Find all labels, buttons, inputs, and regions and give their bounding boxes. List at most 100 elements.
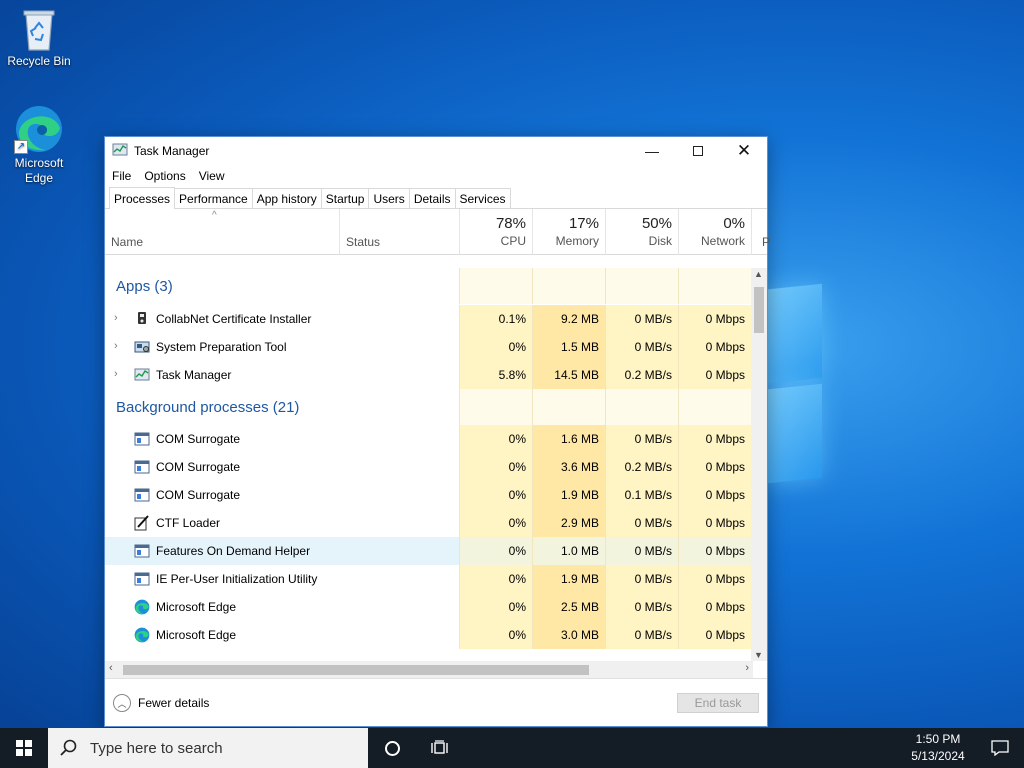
process-row[interactable]: CTF Loader 0% 2.9 MB 0 MB/s 0 Mbps <box>105 509 753 537</box>
tab-services[interactable]: Services <box>454 188 511 208</box>
minimize-button[interactable]: — <box>629 137 675 165</box>
window-icon <box>134 543 150 559</box>
end-task-button[interactable]: End task <box>677 693 759 713</box>
taskbar-search-box[interactable]: Type here to search <box>48 728 368 768</box>
menu-bar: File Options View <box>105 165 767 187</box>
tab-details[interactable]: Details <box>408 188 456 208</box>
column-header-status[interactable]: Status <box>339 209 459 255</box>
tab-startup[interactable]: Startup <box>320 188 370 208</box>
group-heading: Background processes (21) <box>116 399 300 416</box>
heat-spacer <box>605 268 678 304</box>
process-row[interactable]: Microsoft Edge 0% 2.5 MB 0 MB/s 0 Mbps <box>105 593 753 621</box>
scroll-right-arrow-icon[interactable]: › <box>745 662 749 674</box>
cortana-button[interactable] <box>374 728 410 768</box>
scroll-left-arrow-icon[interactable]: ‹ <box>109 662 113 674</box>
close-button[interactable]: ✕ <box>721 137 767 165</box>
minimize-icon: — <box>645 143 659 159</box>
column-header-name[interactable]: Name <box>105 209 339 255</box>
group-background-processes[interactable]: Background processes (21) <box>105 389 753 425</box>
start-button[interactable] <box>0 728 48 768</box>
process-row[interactable]: COM Surrogate 0% 1.9 MB 0.1 MB/s 0 Mbps <box>105 481 753 509</box>
title-bar[interactable]: Task Manager — ✕ <box>105 137 767 165</box>
column-header-network[interactable]: 0% Network <box>678 209 751 255</box>
taskmgr-icon <box>134 367 150 383</box>
tab-app-history[interactable]: App history <box>251 188 322 208</box>
expand-chevron-icon[interactable]: › <box>114 340 118 352</box>
edge-icon: ↗ <box>14 104 64 154</box>
process-name: CollabNet Certificate Installer <box>156 312 312 326</box>
task-view-button[interactable] <box>422 728 458 768</box>
system-clock[interactable]: 1:50 PM 5/13/2024 <box>896 731 980 765</box>
cell-disk: 0 MB/s <box>605 509 678 537</box>
desktop-icon-label: Microsoft <box>14 156 64 170</box>
heat-spacer <box>532 268 605 304</box>
cell-network: 0 Mbps <box>678 453 751 481</box>
window-icon <box>134 571 150 587</box>
scroll-down-arrow-icon[interactable]: ▼ <box>754 650 763 660</box>
footer-bar: ︿ Fewer details End task <box>105 678 767 726</box>
cortana-circle-icon <box>384 740 400 756</box>
cell-disk: 0.1 MB/s <box>605 481 678 509</box>
expand-chevron-icon[interactable]: › <box>114 312 118 324</box>
heat-spacer <box>678 268 751 304</box>
process-row[interactable]: Microsoft Edge 0% 3.0 MB 0 MB/s 0 Mbps <box>105 621 753 649</box>
sysprep-icon <box>134 339 150 355</box>
heat-spacer <box>532 389 605 425</box>
tab-performance[interactable]: Performance <box>174 188 253 208</box>
process-row[interactable]: › Task Manager 5.8% 14.5 MB 0.2 MB/s 0 Mbps <box>105 361 753 389</box>
process-list: Apps (3) › CollabNet Certificate Installer… <box>105 268 753 661</box>
edge-icon <box>134 599 150 615</box>
tab-strip: Processes Performance App history Startu… <box>105 187 767 209</box>
chevron-up-circle-icon: ︿ <box>113 694 131 712</box>
process-row[interactable]: COM Surrogate 0% 3.6 MB 0.2 MB/s 0 Mbps <box>105 453 753 481</box>
window-icon <box>134 459 150 475</box>
column-header-power[interactable]: P <box>751 209 770 255</box>
menu-options[interactable]: Options <box>144 169 185 183</box>
column-header-cpu[interactable]: 78% CPU <box>459 209 532 255</box>
process-name: COM Surrogate <box>156 460 241 474</box>
cell-disk: 0 MB/s <box>605 565 678 593</box>
process-row[interactable]: Features On Demand Helper 0% 1.0 MB 0 MB/s 0… <box>105 537 753 565</box>
cell-memory: 1.9 MB <box>532 565 605 593</box>
process-name: Features On Demand Helper <box>156 544 311 558</box>
process-row[interactable]: IE Per-User Initialization Utility 0% 1.9 … <box>105 565 753 593</box>
action-center-button[interactable] <box>980 728 1020 768</box>
desktop-icon-microsoft-edge[interactable]: ↗ Microsoft Edge <box>1 104 77 186</box>
cell-network: 0 Mbps <box>678 621 751 649</box>
window-title: Task Manager <box>134 144 210 158</box>
process-row[interactable]: COM Surrogate 0% 1.6 MB 0 MB/s 0 Mbps <box>105 425 753 453</box>
tab-processes[interactable]: Processes <box>109 187 176 209</box>
tab-users[interactable]: Users <box>368 188 410 208</box>
cell-cpu: 0% <box>459 509 532 537</box>
cell-memory: 2.5 MB <box>532 593 605 621</box>
horizontal-scroll-thumb[interactable] <box>123 665 589 675</box>
cell-cpu: 0% <box>459 333 532 361</box>
group-apps[interactable]: Apps (3) <box>105 268 753 304</box>
heat-spacer <box>605 389 678 425</box>
vertical-scroll-thumb[interactable] <box>754 287 764 333</box>
desktop-icon-recycle-bin[interactable]: Recycle Bin <box>1 6 77 69</box>
fewer-details-button[interactable]: ︿ Fewer details <box>113 694 209 712</box>
vertical-scrollbar[interactable]: ▲ ▼ <box>751 268 767 661</box>
notification-icon <box>991 740 1009 756</box>
cell-network: 0 Mbps <box>678 565 751 593</box>
column-header-memory[interactable]: 17% Memory <box>532 209 605 255</box>
scroll-up-arrow-icon[interactable]: ▲ <box>754 269 763 279</box>
maximize-icon <box>693 146 703 156</box>
menu-view[interactable]: View <box>199 169 225 183</box>
menu-file[interactable]: File <box>112 169 131 183</box>
window-icon <box>134 431 150 447</box>
cell-cpu: 0% <box>459 453 532 481</box>
cell-memory: 1.6 MB <box>532 425 605 453</box>
cell-cpu: 0% <box>459 481 532 509</box>
desktop-icon-label: Recycle Bin <box>7 54 71 68</box>
process-row[interactable]: › CollabNet Certificate Installer 0.1% 9.2 … <box>105 305 753 333</box>
cell-disk: 0 MB/s <box>605 537 678 565</box>
maximize-button[interactable] <box>675 137 721 165</box>
expand-chevron-icon[interactable]: › <box>114 368 118 380</box>
cell-network: 0 Mbps <box>678 509 751 537</box>
process-row[interactable]: › System Preparation Tool 0% 1.5 MB 0 MB/s 0 … <box>105 333 753 361</box>
horizontal-scrollbar[interactable]: ‹ › <box>105 661 753 678</box>
column-header-disk[interactable]: 50% Disk <box>605 209 678 255</box>
cell-network: 0 Mbps <box>678 361 751 389</box>
